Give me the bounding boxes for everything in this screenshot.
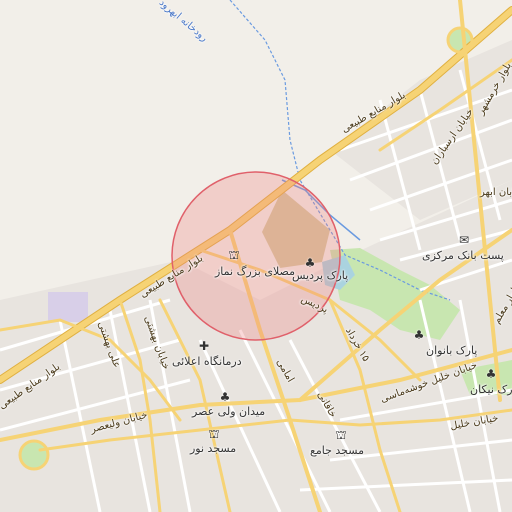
mosala-label: مصلای بزرگ نماز — [215, 265, 295, 278]
clinic-label: درمانگاه اعلائی — [172, 355, 242, 368]
park-tree-icon[interactable]: ♣ — [303, 256, 317, 270]
clinic-cross-icon[interactable]: ✚ — [197, 339, 211, 353]
post-bank-label: پست بانک مرکزی — [422, 249, 504, 262]
vali-asr-square-label: میدان ولی عصر — [192, 405, 266, 418]
map-view[interactable]: ⛫ ♣ ✉ ♣ ♣ ✚ ♣ ⛫ ⛫ رودخانه ابهرود بلوار م… — [0, 0, 512, 512]
vali-asr-square-tree-icon[interactable]: ♣ — [218, 390, 232, 404]
niknam-park-label: پارک نیکان — [470, 383, 512, 396]
niknam-park-tree-icon[interactable]: ♣ — [484, 367, 498, 381]
pardis-park-label: پارک پردیس — [292, 269, 349, 282]
jame-mosque-icon[interactable]: ⛫ — [334, 428, 348, 442]
banovan-park-label: پارک بانوان — [426, 344, 478, 357]
jame-mosque-label: مسجد جامع — [310, 444, 364, 457]
banovan-park-tree-icon[interactable]: ♣ — [412, 328, 426, 342]
nour-mosque-icon[interactable]: ⛫ — [207, 427, 221, 441]
post-bank-icon[interactable]: ✉ — [457, 233, 471, 247]
abhar-label: خیابان ابهر — [480, 187, 512, 198]
nour-mosque-label: مسجد نور — [190, 442, 237, 455]
mosque-icon[interactable]: ⛫ — [227, 248, 241, 262]
institutional-area — [48, 292, 88, 322]
